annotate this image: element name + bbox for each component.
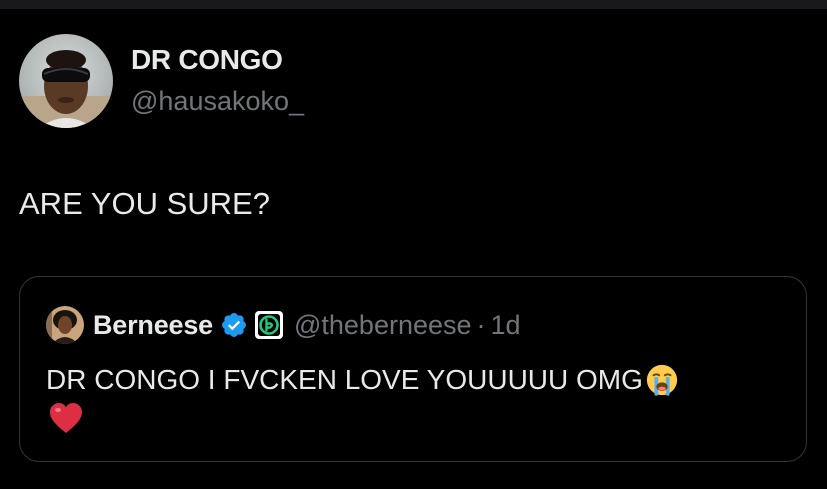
quoted-tweet-card[interactable]: Berneese @theberneese · 1d DR CONGO I FV… [19,276,807,462]
red-heart-icon [50,403,82,433]
author-avatar[interactable] [19,34,113,128]
quoted-author-avatar[interactable] [46,306,84,344]
quoted-author-name[interactable]: Berneese [93,310,213,341]
tweet-text: ARE YOU SURE? [19,186,270,221]
quoted-tweet-text-line: DR CONGO I FVCKEN LOVE YOUUUUU OMG [46,363,679,397]
quoted-tweet-text: DR CONGO I FVCKEN LOVE YOUUUUU OMG [46,364,643,395]
affiliate-badge-icon[interactable] [254,310,284,340]
quoted-author-handle[interactable]: @theberneese [294,310,472,341]
verified-badge-icon [222,313,246,337]
separator-dot: · [476,309,486,340]
quoted-tweet-timestamp[interactable]: 1d [491,310,521,341]
author-name[interactable]: DR CONGO [131,44,283,76]
quoted-tweet-header: Berneese @theberneese · 1d [46,305,521,345]
author-handle[interactable]: @hausakoko_ [131,86,304,117]
top-bar [0,0,827,9]
loudly-crying-face-icon [646,364,678,396]
